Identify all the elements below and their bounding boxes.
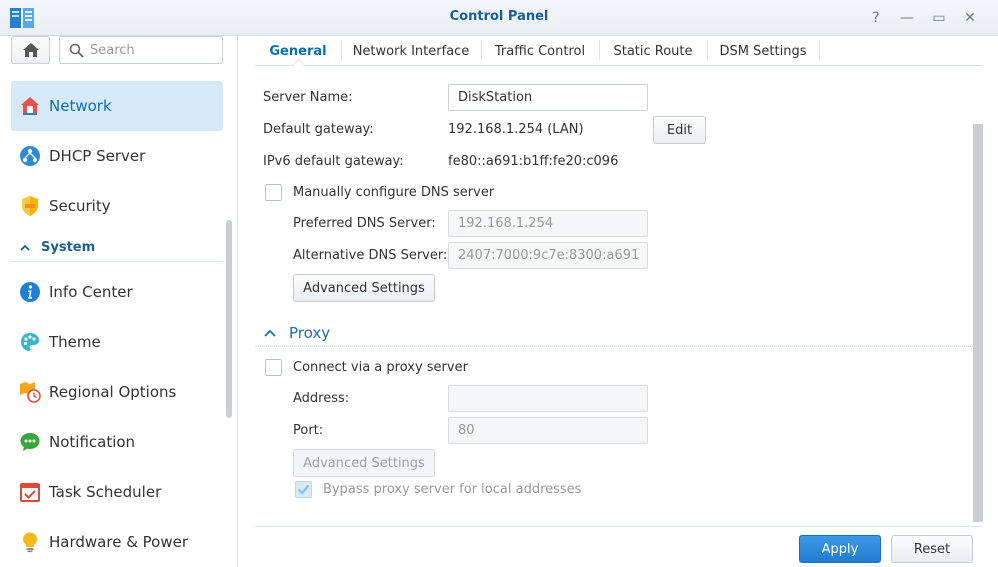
section-divider [255, 346, 983, 347]
sidebar-item-label: Task Scheduler [49, 483, 162, 501]
minimize-button[interactable]: — [897, 8, 917, 28]
bulb-icon [19, 531, 41, 553]
tab-bar: General Network Interface Traffic Contro… [255, 36, 983, 66]
server-name-input[interactable] [448, 84, 648, 111]
dns-advanced-settings-button[interactable]: Advanced Settings [293, 274, 435, 302]
tab-static-route[interactable]: Static Route [599, 36, 707, 66]
proxy-address-input[interactable] [448, 385, 648, 412]
sidebar-item-label: Regional Options [49, 383, 177, 401]
proxy-port-input[interactable] [448, 417, 648, 444]
search-box[interactable] [59, 36, 223, 64]
reset-button[interactable]: Reset [891, 535, 973, 563]
bypass-proxy-checkbox[interactable] [295, 481, 312, 498]
chevron-up-icon [264, 329, 276, 337]
sidebar-item-label: Theme [49, 333, 101, 351]
alt-dns-label: Alternative DNS Server: [293, 248, 448, 263]
sidebar-item-info-center[interactable]: Info Center [11, 267, 223, 317]
preferred-dns-label: Preferred DNS Server: [293, 216, 436, 231]
sidebar-item-label: Hardware & Power [49, 533, 189, 551]
proxy-port-label: Port: [293, 423, 324, 438]
chat-icon [19, 431, 41, 453]
apply-button[interactable]: Apply [799, 535, 881, 563]
info-icon [19, 281, 41, 303]
title-bar: Control Panel ? — ▭ ✕ [0, 0, 998, 36]
sidebar: Network DHCP Server Security Sys [0, 36, 238, 567]
chevron-up-icon [20, 244, 30, 251]
sidebar-item-label: Info Center [49, 283, 133, 301]
palette-icon [19, 331, 41, 353]
active-tab-indicator [292, 59, 306, 66]
sidebar-item-dhcp-server[interactable]: DHCP Server [11, 131, 223, 181]
network-icon [19, 95, 41, 117]
sidebar-scrollbar[interactable] [226, 220, 232, 418]
maximize-button[interactable]: ▭ [929, 8, 949, 28]
sidebar-item-label: Network [49, 97, 112, 115]
regional-icon [19, 381, 41, 403]
dhcp-icon [19, 145, 41, 167]
bypass-proxy-label: Bypass proxy server for local addresses [323, 482, 582, 497]
connect-proxy-checkbox[interactable] [265, 359, 282, 376]
sidebar-group-label: System [41, 240, 96, 255]
proxy-address-label: Address: [293, 391, 350, 406]
content-scrollbar[interactable] [973, 124, 983, 522]
calendar-check-icon [19, 481, 41, 503]
sidebar-item-label: Security [49, 197, 111, 215]
sidebar-item-label: DHCP Server [49, 147, 146, 165]
checkmark-icon [297, 484, 310, 495]
shield-icon [19, 195, 41, 217]
server-name-label: Server Name: [263, 90, 353, 105]
search-input[interactable] [90, 41, 218, 60]
tab-dsm-settings[interactable]: DSM Settings [707, 36, 819, 66]
alt-dns-input[interactable] [448, 242, 648, 269]
sidebar-item-label: Notification [49, 433, 136, 451]
sidebar-item-theme[interactable]: Theme [11, 317, 223, 367]
preferred-dns-input[interactable] [448, 210, 648, 237]
edit-gateway-button[interactable]: Edit [653, 116, 706, 144]
home-button[interactable] [11, 36, 50, 64]
tab-network-interface[interactable]: Network Interface [341, 36, 481, 66]
home-icon [22, 43, 39, 57]
ipv6-gateway-label: IPv6 default gateway: [263, 154, 404, 169]
tab-traffic-control[interactable]: Traffic Control [481, 36, 599, 66]
sidebar-item-security[interactable]: Security [11, 181, 223, 231]
manual-dns-checkbox[interactable] [265, 184, 282, 201]
sidebar-item-notification[interactable]: Notification [11, 417, 223, 467]
footer-divider [255, 526, 983, 527]
window-title: Control Panel [449, 9, 549, 24]
sidebar-item-hardware-power[interactable]: Hardware & Power [11, 517, 223, 567]
manual-dns-label: Manually configure DNS server [293, 185, 495, 200]
proxy-advanced-settings-button[interactable]: Advanced Settings [293, 449, 435, 477]
search-icon [69, 43, 84, 58]
proxy-section-header[interactable]: Proxy [263, 324, 330, 342]
proxy-section-label: Proxy [289, 324, 331, 342]
ipv6-gateway-value: fe80::a691:b1ff:fe20:c096 [448, 154, 619, 169]
default-gateway-label: Default gateway: [263, 122, 374, 137]
sidebar-item-task-scheduler[interactable]: Task Scheduler [11, 467, 223, 517]
help-button[interactable]: ? [866, 8, 886, 28]
close-button[interactable]: ✕ [960, 8, 980, 28]
sidebar-group-system[interactable]: System [11, 234, 223, 262]
default-gateway-value: 192.168.1.254 (LAN) [448, 122, 584, 137]
sidebar-item-network[interactable]: Network [11, 81, 223, 131]
connect-proxy-label: Connect via a proxy server [293, 360, 468, 375]
sidebar-item-regional-options[interactable]: Regional Options [11, 367, 223, 417]
